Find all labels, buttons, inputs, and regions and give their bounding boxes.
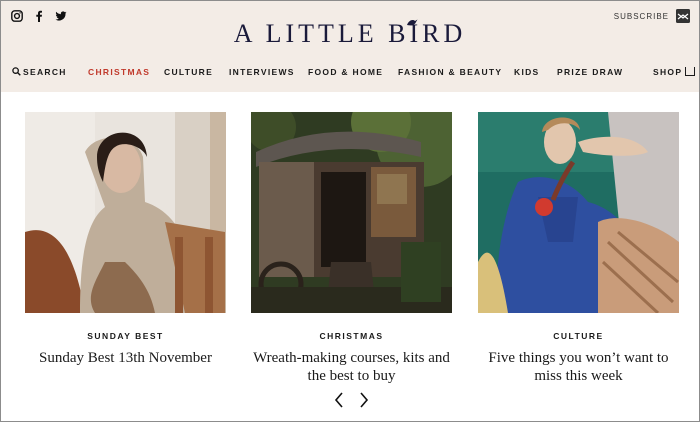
article-card[interactable]: CULTURE Five things you won’t want to mi… <box>478 112 679 385</box>
shop-nav-item[interactable]: SHOP <box>653 67 696 77</box>
nav-item-kids[interactable]: KIDS <box>514 67 540 77</box>
site-header: A LITTLE BIRD SUBSCRIBE SEARCH CHRISTMAS… <box>1 1 699 92</box>
nav-item-food-home[interactable]: FOOD & HOME <box>308 67 383 77</box>
search-nav-item[interactable]: SEARCH <box>12 67 67 77</box>
article-title[interactable]: Five things you won’t want to miss this … <box>478 349 679 385</box>
subscribe-link[interactable]: SUBSCRIBE <box>614 12 669 21</box>
article-card[interactable]: SUNDAY BEST Sunday Best 13th November <box>25 112 226 367</box>
article-category[interactable]: CHRISTMAS <box>251 331 452 341</box>
article-image-woman-sweater[interactable] <box>25 112 226 313</box>
article-category[interactable]: CULTURE <box>478 331 679 341</box>
article-image-shepherd-hut[interactable] <box>251 112 452 313</box>
article-image-portrait-painting[interactable] <box>478 112 679 313</box>
carousel-controls <box>333 391 373 409</box>
nav-item-fashion-beauty[interactable]: FASHION & BEAUTY <box>398 67 502 77</box>
article-title[interactable]: Wreath-making courses, kits and the best… <box>251 349 452 385</box>
search-icon <box>12 67 21 76</box>
shopping-bag-icon <box>685 67 696 76</box>
article-title[interactable]: Sunday Best 13th November <box>25 349 226 367</box>
article-category[interactable]: SUNDAY BEST <box>25 331 226 341</box>
chevron-left-icon[interactable] <box>333 391 345 409</box>
subscribe-envelope-icon[interactable] <box>675 8 691 24</box>
page: A LITTLE BIRD SUBSCRIBE SEARCH CHRISTMAS… <box>0 0 700 422</box>
nav-item-culture[interactable]: CULTURE <box>164 67 213 77</box>
article-card[interactable]: CHRISTMAS Wreath-making courses, kits an… <box>251 112 452 385</box>
site-logo[interactable]: A LITTLE BIRD <box>1 19 699 49</box>
nav-item-interviews[interactable]: INTERVIEWS <box>229 67 295 77</box>
bird-logo-icon <box>407 19 418 26</box>
main-navigation: SEARCH CHRISTMAS CULTURE INTERVIEWS FOOD… <box>1 67 699 81</box>
chevron-right-icon[interactable] <box>358 391 370 409</box>
nav-item-christmas[interactable]: CHRISTMAS <box>88 67 150 77</box>
nav-item-prize-draw[interactable]: PRIZE DRAW <box>557 67 623 77</box>
logo-text: A LITTLE BIRD <box>233 19 467 48</box>
